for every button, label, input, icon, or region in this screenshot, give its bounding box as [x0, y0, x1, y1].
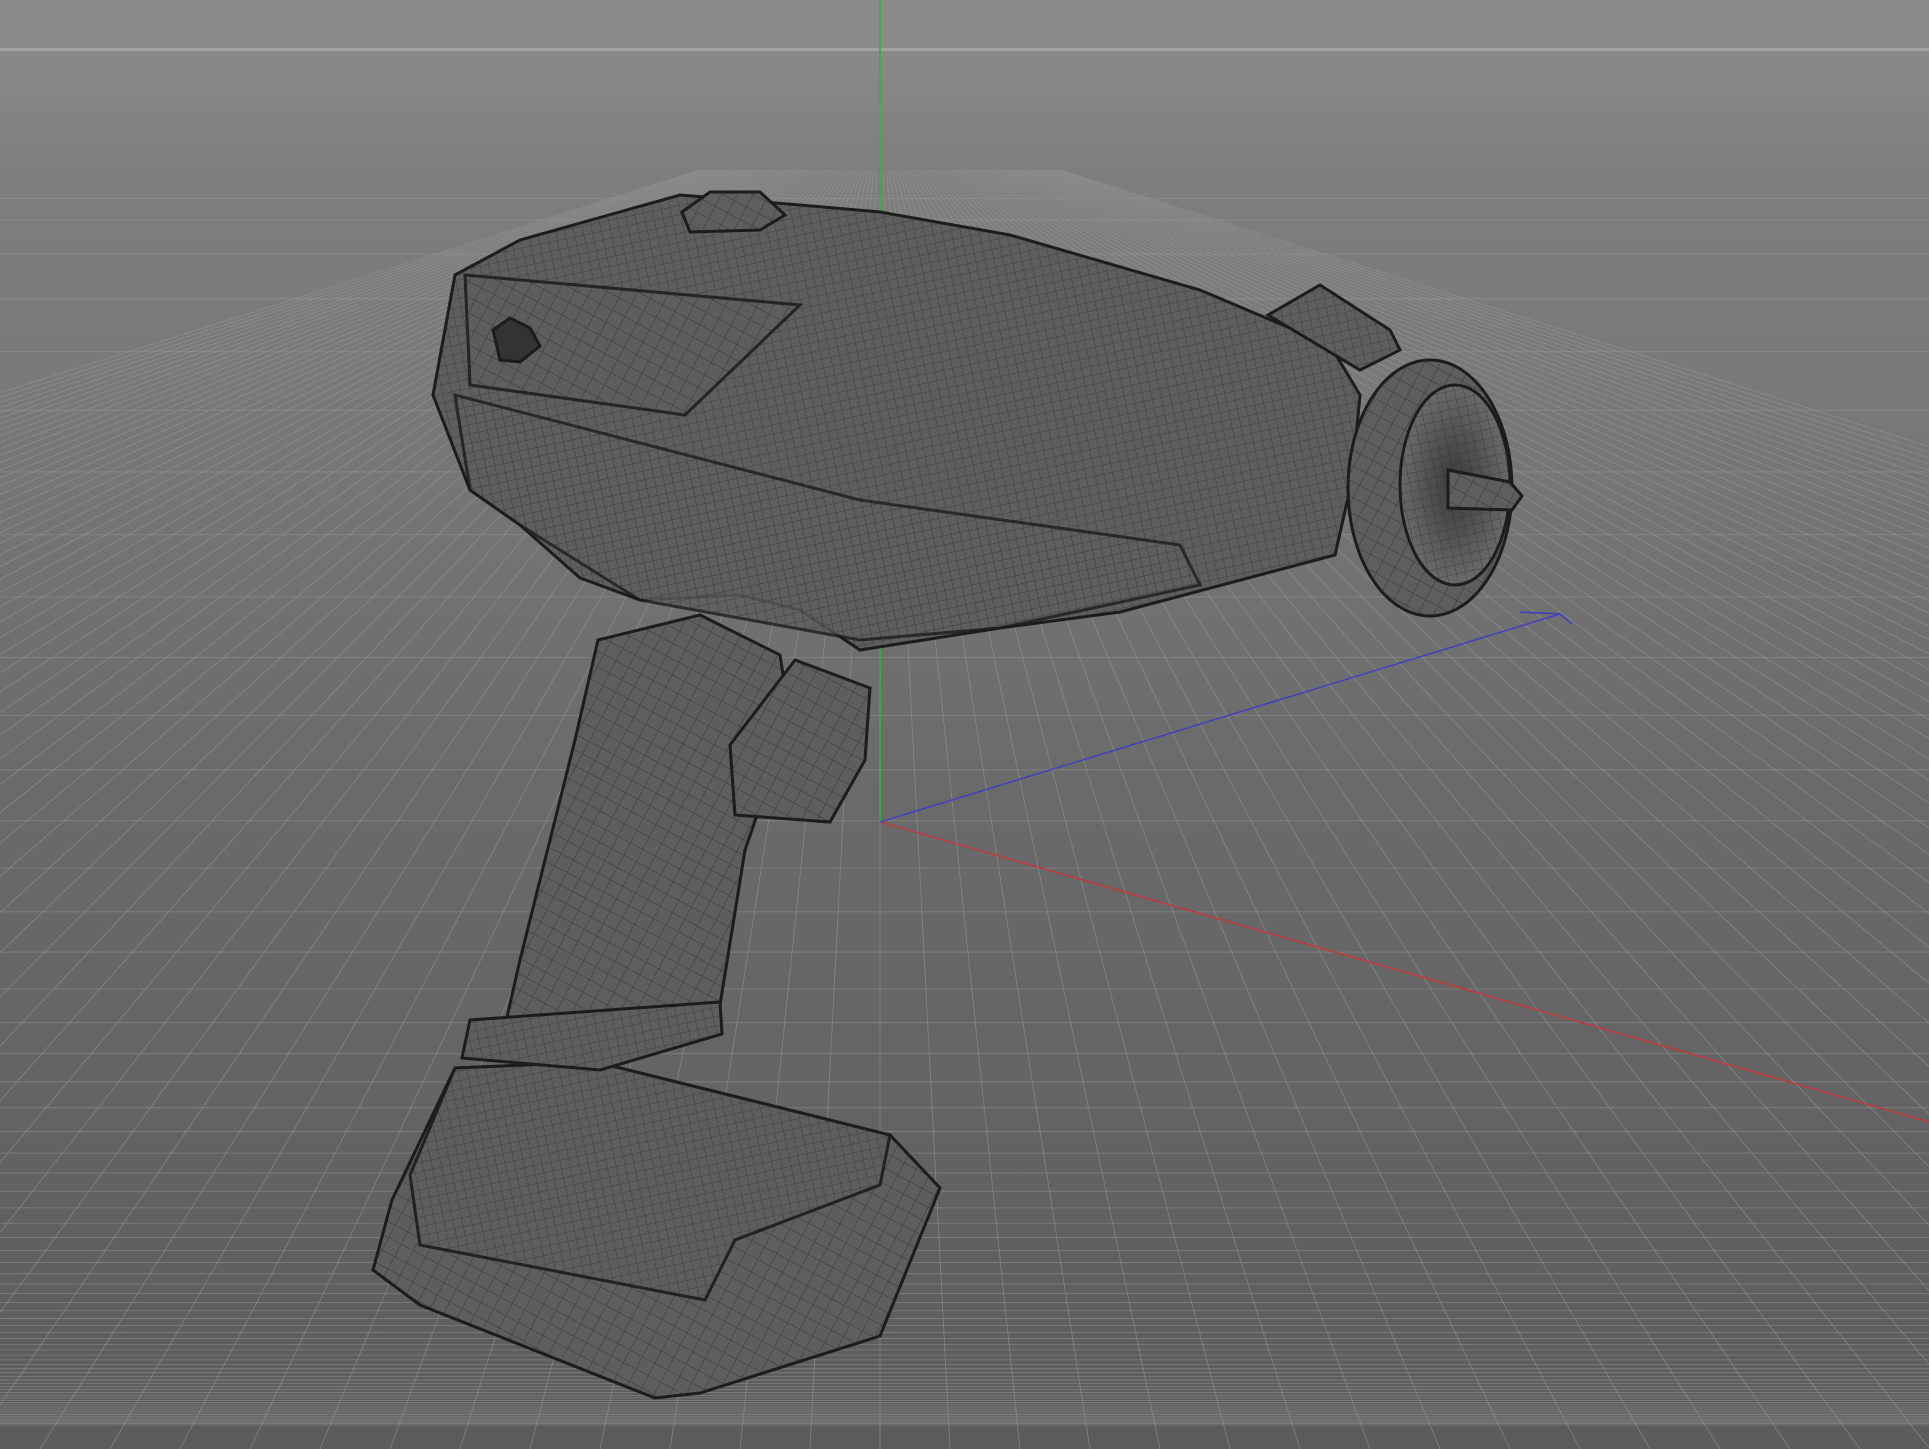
- viewport-scene[interactable]: [0, 0, 1929, 1449]
- 3d-viewport[interactable]: [0, 0, 1929, 1449]
- drill-grip-wireframe: [500, 615, 790, 1068]
- x-axis-line: [879, 821, 1929, 1123]
- drill-mesh[interactable]: [371, 190, 1524, 1400]
- z-axis-line: [879, 613, 1561, 823]
- drill-grip-band-wireframe: [462, 1002, 722, 1070]
